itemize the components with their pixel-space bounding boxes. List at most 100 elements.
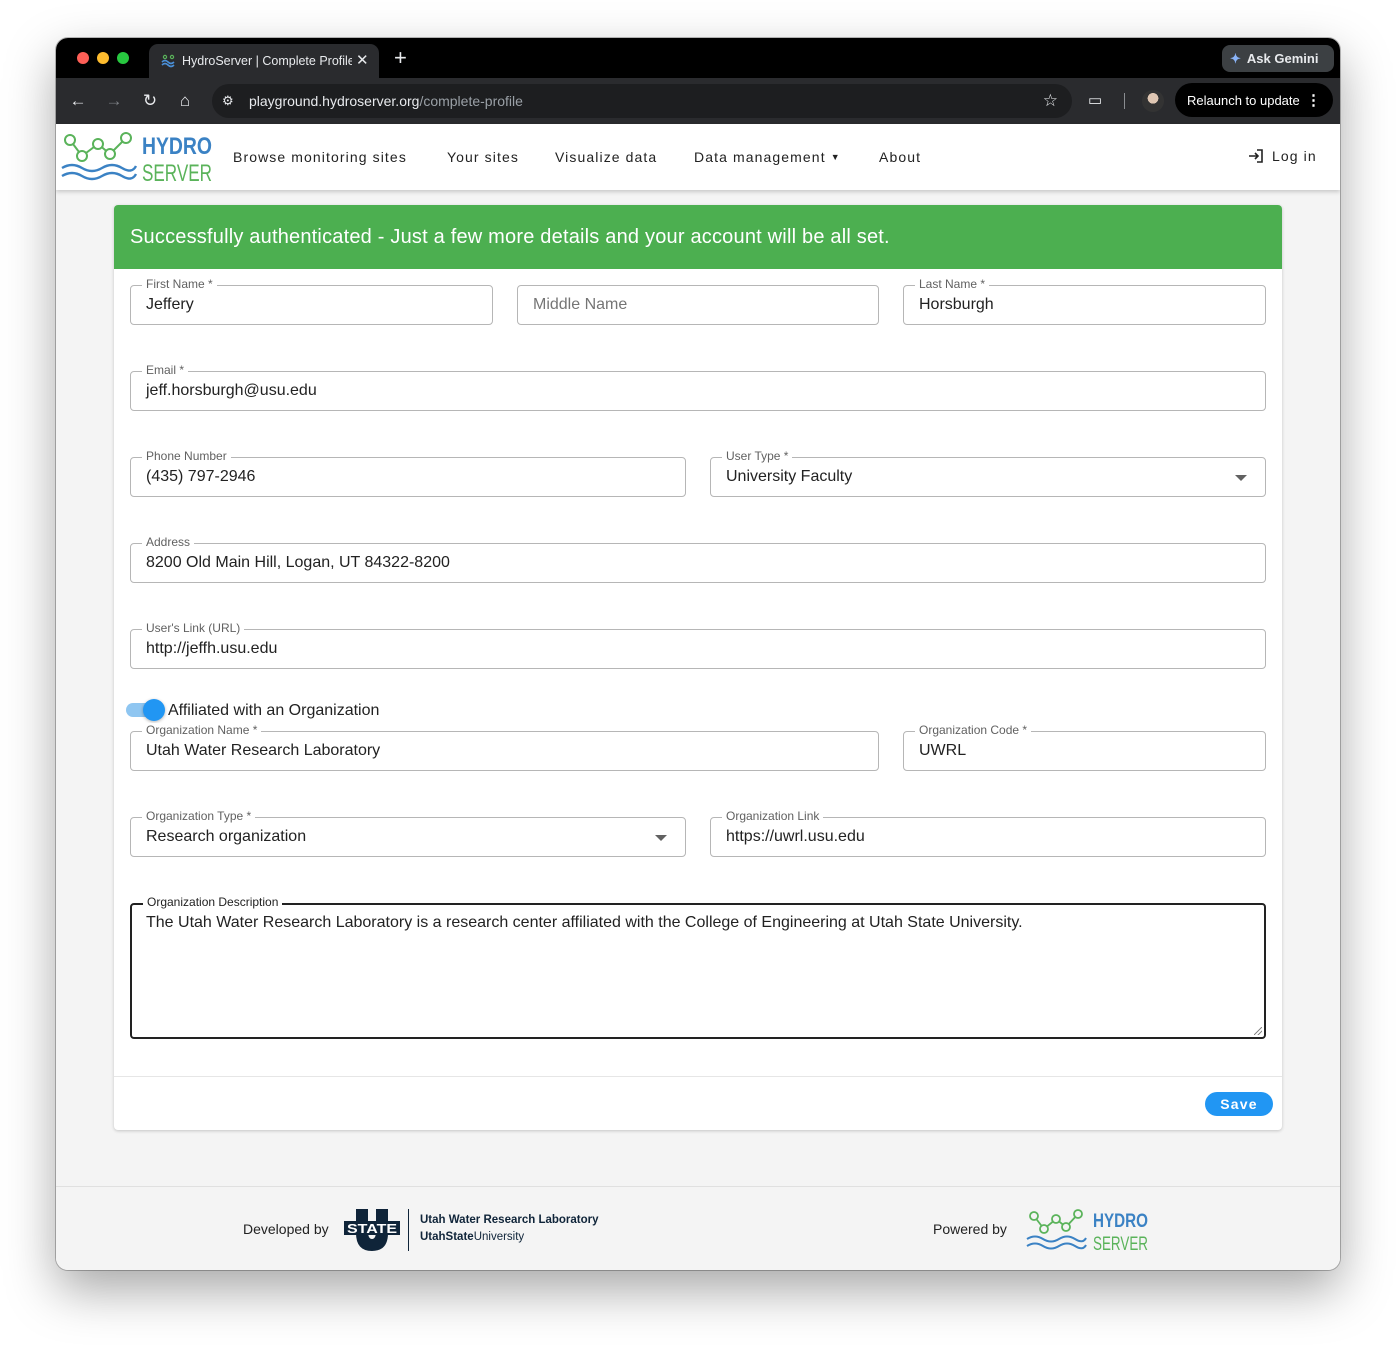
page-footer: Developed by STATE Utah Water Research L…	[56, 1186, 1340, 1270]
user-link-field[interactable]: User's Link (URL) http://jeffh.usu.edu	[130, 621, 1266, 669]
email-label: Email *	[142, 363, 189, 377]
affiliated-toggle[interactable]	[126, 699, 165, 721]
footer-logo-network-icon	[1026, 1209, 1087, 1250]
browser-window: HydroServer | Complete Profile ✕ + ✦ Ask…	[56, 38, 1340, 1270]
relaunch-label: Relaunch to update	[1187, 92, 1300, 108]
nav-about[interactable]: About	[879, 149, 921, 165]
developed-by-text: Developed by	[243, 1221, 329, 1237]
login-label: Log in	[1272, 148, 1317, 164]
save-button[interactable]: Save	[1205, 1092, 1273, 1116]
organization-code-label: Organization Code *	[915, 723, 1032, 737]
last-name-label: Last Name *	[915, 277, 990, 291]
last-name-field[interactable]: Last Name * Horsburgh	[903, 277, 1266, 325]
dropdown-arrow-icon	[1235, 475, 1247, 481]
organization-link-label: Organization Link	[722, 809, 824, 823]
usu-name-bold: UtahState	[420, 1231, 474, 1243]
reload-icon[interactable]: ↻	[139, 91, 161, 111]
tab-strip: HydroServer | Complete Profile ✕ + ✦ Ask…	[56, 38, 1340, 78]
footer-hydroserver-logo[interactable]: HYDRO SERVER	[1026, 1207, 1152, 1255]
phone-number-value: (435) 797-2946	[146, 468, 256, 485]
new-tab-icon[interactable]: +	[394, 45, 407, 71]
user-link-value: http://jeffh.usu.edu	[146, 640, 278, 657]
organization-name-value: Utah Water Research Laboratory	[146, 742, 381, 759]
close-tab-icon[interactable]: ✕	[356, 51, 369, 69]
usu-name-rest: University	[473, 1231, 525, 1243]
organization-type-value: Research organization	[146, 828, 307, 845]
nav-visualize-data[interactable]: Visualize data	[555, 149, 657, 165]
address-label: Address	[142, 535, 195, 549]
tab-title: HydroServer | Complete Profile	[182, 54, 352, 68]
success-banner: Successfully authenticated - Just a few …	[114, 205, 1282, 269]
hydroserver-logo[interactable]: HYDRO SERVER	[60, 128, 220, 186]
address-field[interactable]: Address 8200 Old Main Hill, Logan, UT 84…	[130, 535, 1266, 583]
bookmark-star-icon[interactable]: ☆	[1043, 91, 1058, 111]
nav-data-management-label: Data management	[694, 149, 826, 165]
middle-name-field[interactable]: Middle Name	[517, 285, 879, 325]
organization-link-value: https://uwrl.usu.edu	[726, 828, 865, 845]
url-text: playground.hydroserver.org/complete-prof…	[249, 93, 523, 109]
organization-link-field[interactable]: Organization Link https://uwrl.usu.edu	[710, 809, 1266, 857]
relaunch-to-update-button[interactable]: Relaunch to update ⋮	[1175, 83, 1333, 117]
first-name-label: First Name *	[142, 277, 217, 291]
profile-avatar[interactable]	[1142, 90, 1164, 112]
forward-arrow-icon[interactable]: →	[103, 91, 125, 111]
site-settings-icon[interactable]: ⚙	[222, 93, 234, 109]
ask-gemini-button[interactable]: ✦ Ask Gemini	[1222, 45, 1334, 72]
app-header: HYDRO SERVER Browse monitoring sites You…	[56, 124, 1340, 190]
user-type-value: University Faculty	[726, 468, 853, 485]
url-path: /complete-profile	[419, 93, 523, 109]
home-icon[interactable]: ⌂	[174, 91, 196, 111]
success-banner-text: Successfully authenticated - Just a few …	[130, 225, 890, 248]
first-name-field[interactable]: First Name * Jeffery	[130, 277, 493, 325]
phone-number-label: Phone Number	[142, 449, 231, 463]
user-type-label: User Type *	[722, 449, 793, 463]
phone-number-field[interactable]: Phone Number (435) 797-2946	[130, 449, 686, 497]
organization-name-field[interactable]: Organization Name * Utah Water Research …	[130, 723, 879, 771]
hydroserver-favicon-icon	[161, 54, 175, 68]
organization-code-value: UWRL	[919, 742, 967, 759]
resize-handle-icon[interactable]	[1254, 1027, 1262, 1035]
cast-icon[interactable]: ▭	[1088, 91, 1102, 109]
maximize-window-button[interactable]	[117, 52, 129, 64]
email-field[interactable]: Email * jeff.horsburgh@usu.edu	[130, 363, 1266, 411]
ask-gemini-label: Ask Gemini	[1246, 51, 1319, 66]
organization-type-select[interactable]: Organization Type * Research organizatio…	[130, 809, 686, 857]
affiliated-label[interactable]: Affiliated with an Organization	[168, 702, 379, 720]
more-menu-icon[interactable]: ⋮	[1306, 91, 1321, 109]
login-button[interactable]: Log in	[1248, 148, 1317, 164]
nav-data-management[interactable]: Data management ▼	[694, 149, 841, 165]
address-bar[interactable]: ⚙ playground.hydroserver.org/complete-pr…	[212, 84, 1072, 118]
footer-logo-hydro-text: HYDRO	[1093, 1211, 1148, 1232]
address-value: 8200 Old Main Hill, Logan, UT 84322-8200	[146, 554, 450, 571]
minimize-window-button[interactable]	[97, 52, 109, 64]
organization-name-label: Organization Name *	[142, 723, 262, 737]
usu-separator	[408, 1209, 409, 1251]
email-value: jeff.horsburgh@usu.edu	[146, 382, 317, 399]
organization-description-textarea[interactable]: Organization Description The Utah Water …	[130, 895, 1266, 1039]
organization-code-field[interactable]: Organization Code * UWRL	[903, 723, 1266, 771]
user-link-label: User's Link (URL)	[142, 621, 245, 635]
complete-profile-card: Successfully authenticated - Just a few …	[114, 205, 1282, 1130]
uwrl-name: Utah Water Research Laboratory	[420, 1214, 599, 1226]
organization-description-value: The Utah Water Research Laboratory is a …	[146, 914, 1023, 931]
close-window-button[interactable]	[77, 52, 89, 64]
logo-server-text: SERVER	[142, 160, 212, 186]
url-host: playground.hydroserver.org	[249, 93, 420, 109]
login-icon	[1249, 149, 1263, 163]
caret-down-icon: ▼	[830, 152, 841, 162]
user-type-select[interactable]: User Type * University Faculty	[710, 449, 1266, 497]
gemini-sparkle-icon: ✦	[1230, 50, 1241, 66]
first-name-value: Jeffery	[146, 296, 194, 313]
nav-browse-monitoring-sites[interactable]: Browse monitoring sites	[233, 149, 407, 165]
card-divider	[114, 1076, 1282, 1077]
nav-your-sites[interactable]: Your sites	[447, 149, 519, 165]
back-arrow-icon[interactable]: ←	[67, 91, 89, 111]
logo-hydro-text: HYDRO	[142, 133, 212, 160]
usu-logo[interactable]: STATE	[344, 1209, 400, 1253]
usu-logo-text: STATE	[347, 1221, 397, 1236]
middle-name-placeholder: Middle Name	[533, 296, 628, 313]
usu-name: UtahStateUniversity	[420, 1231, 524, 1243]
footer-logo-server-text: SERVER	[1093, 1234, 1148, 1255]
browser-tab[interactable]: HydroServer | Complete Profile ✕	[149, 44, 379, 78]
organization-description-label: Organization Description	[143, 895, 283, 909]
